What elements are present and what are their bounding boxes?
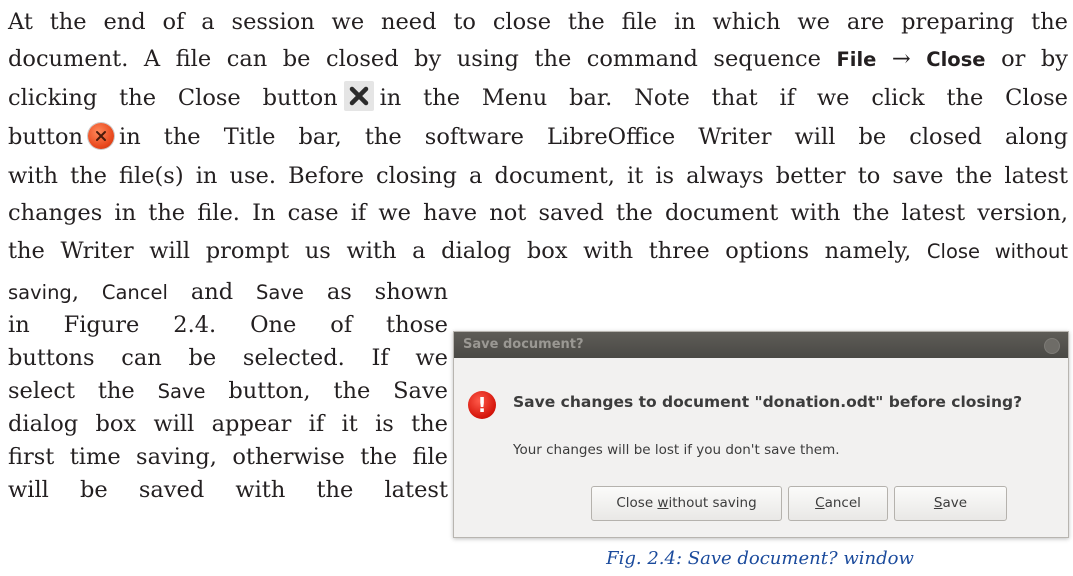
- text-line-12: dialog box will appear if it is the: [8, 411, 448, 437]
- text-line-9: in Figure 2.4. One of those: [8, 312, 448, 338]
- text-line-5: with the file(s) in use. Before closing …: [8, 163, 1068, 189]
- save-document-dialog: Save document? ! Save changes to documen…: [453, 331, 1069, 538]
- titlebar-close-icon[interactable]: [1044, 338, 1060, 354]
- close-x-icon: [343, 81, 374, 111]
- dialog-title: Save document?: [463, 337, 584, 352]
- cancel-button[interactable]: Cancel: [788, 486, 888, 521]
- text-line-10: buttons can be selected. If we: [8, 345, 448, 371]
- text-line-7: the Writer will prompt us with a dialog …: [8, 238, 1069, 264]
- text-line-1: At the end of a session we need to close…: [8, 9, 1068, 35]
- warning-icon: !: [468, 391, 496, 419]
- dialog-titlebar: Save document?: [454, 332, 1068, 358]
- close-without-saving-button[interactable]: Close without saving: [591, 486, 782, 521]
- text-line-14: will be saved with the latest: [8, 477, 448, 503]
- text-line-4: button in the Title bar, the software Lib…: [8, 123, 1068, 150]
- save-button[interactable]: Save: [894, 486, 1007, 521]
- text-line-13: first time saving, otherwise the file: [8, 444, 448, 470]
- text-line-2: document. A file can be closed by using …: [8, 46, 1069, 72]
- text-line-3: clicking the Close button in the Menu bar…: [8, 80, 1068, 117]
- figure-caption: Fig. 2.4: Save document? window: [606, 548, 914, 569]
- text-line-8: saving, Cancel and Save as shown: [8, 279, 449, 305]
- text-line-11: select the Save button, the Save: [8, 378, 448, 404]
- close-circle-icon: [88, 123, 115, 149]
- text-line-6: changes in the file. In case if we have …: [8, 200, 1068, 226]
- dialog-message: Your changes will be lost if you don't s…: [513, 442, 840, 458]
- dialog-heading: Save changes to document "donation.odt" …: [513, 393, 1023, 411]
